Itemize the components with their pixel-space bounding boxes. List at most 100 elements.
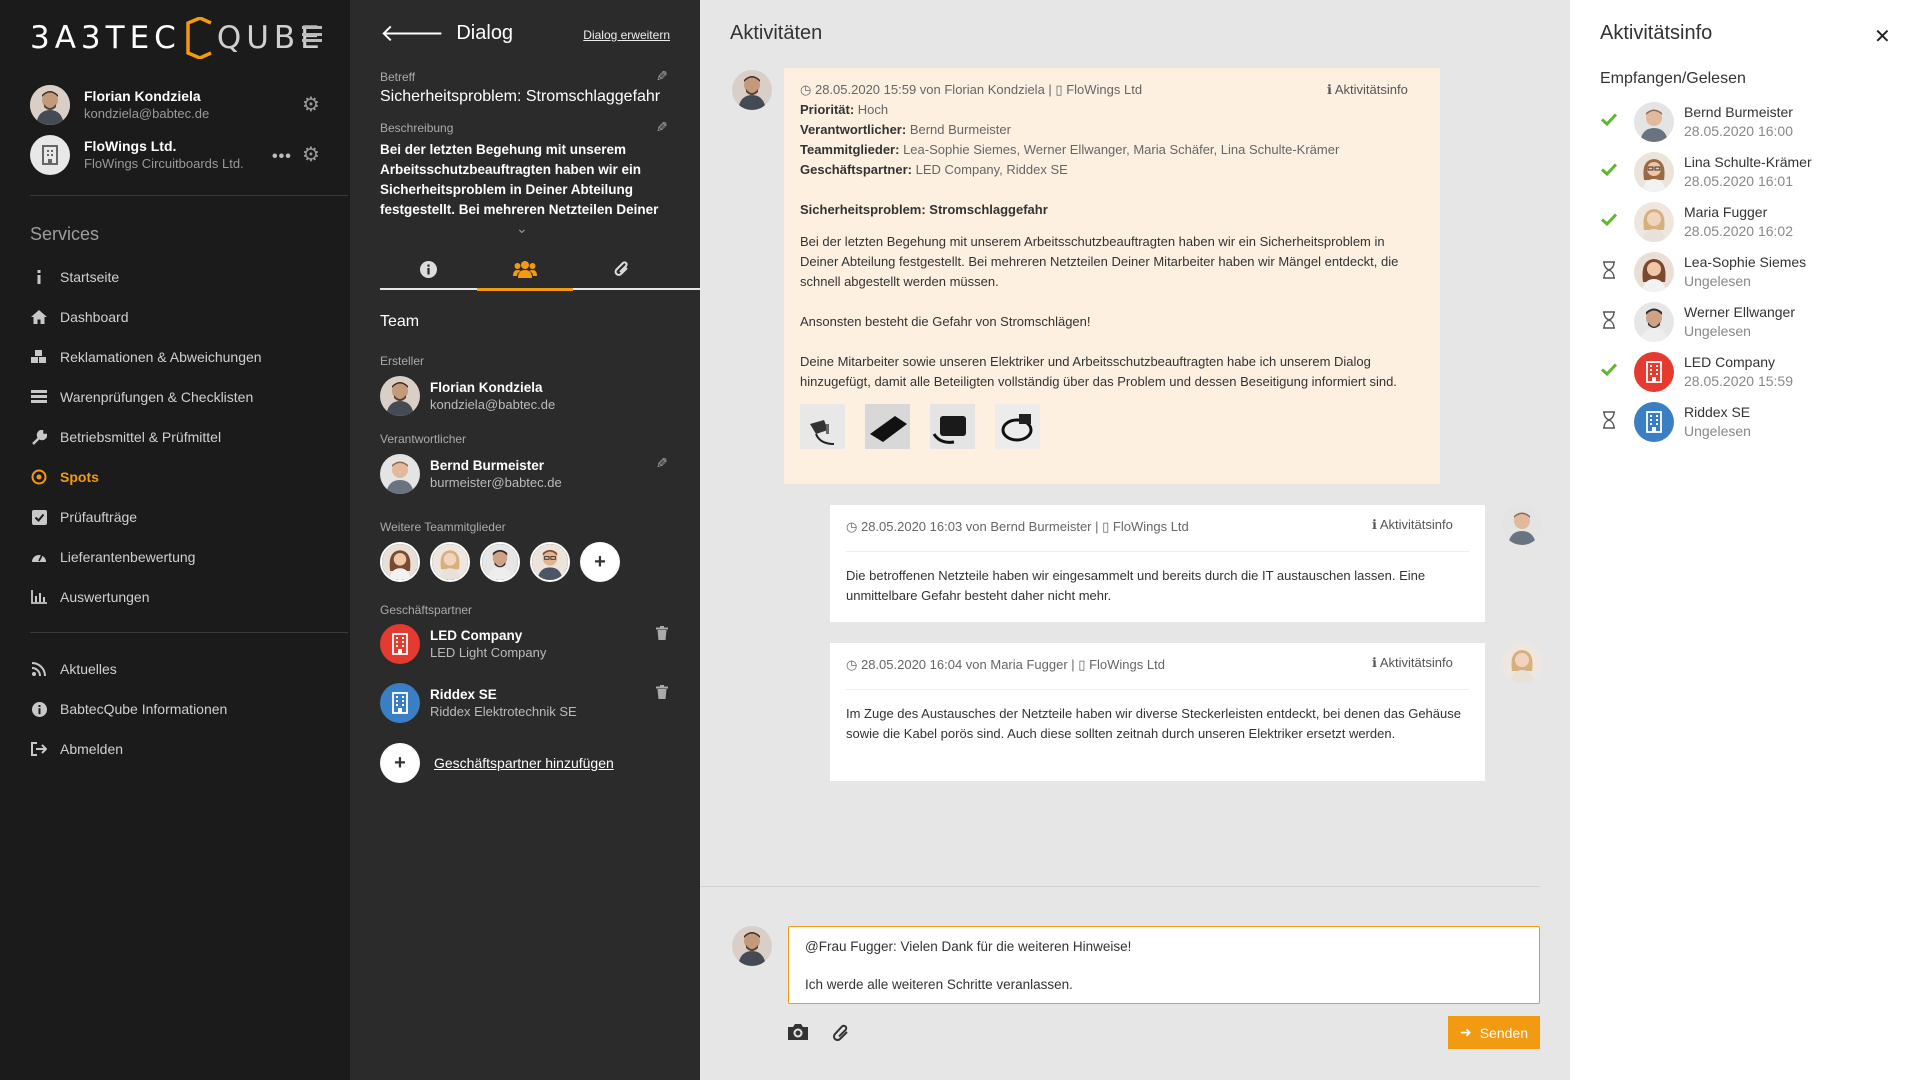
partner-name: Riddex SE — [430, 687, 497, 702]
close-icon[interactable]: ✕ — [1874, 24, 1891, 49]
babtecqube-logo[interactable]: 3A3TEC QUBE — [30, 17, 325, 59]
rss-icon — [30, 661, 48, 677]
services-heading: Services — [30, 224, 100, 244]
add-member-button[interactable]: + — [580, 542, 620, 582]
nav-lieferantenbewertung[interactable]: Lieferantenbewertung — [30, 547, 195, 567]
menu-hamburger-icon[interactable] — [302, 26, 322, 42]
attachment-thumbnail[interactable] — [995, 404, 1040, 449]
activity-info-link[interactable]: ℹ Aktivitätsinfo — [1372, 517, 1453, 533]
meta-company: FloWings Ltd — [1089, 657, 1165, 672]
recipient-row: Maria Fugger 28.05.2020 16:02 — [1600, 202, 1793, 242]
nav-betriebsmittel[interactable]: Betriebsmittel & Prüfmittel — [30, 427, 221, 447]
reply-line: @Frau Fugger: Vielen Dank für die weiter… — [805, 939, 1132, 954]
user-avatar — [30, 85, 70, 125]
activity-info-link[interactable]: ℹ Aktivitätsinfo — [1327, 82, 1408, 98]
info-panel-subtitle: Empfangen/Gelesen — [1600, 70, 1746, 87]
responsible-email: burmeister@babtec.de — [430, 475, 562, 490]
creator[interactable]: Florian Kondziela kondziela@babtec.de — [380, 376, 555, 416]
add-partner-button[interactable]: + — [380, 743, 420, 783]
send-button[interactable]: ➜ Senden — [1448, 1016, 1540, 1049]
info-icon: ℹ — [1327, 82, 1335, 97]
info-circle-icon — [30, 701, 48, 717]
info-icon — [30, 269, 48, 285]
attachment-thumbnail[interactable] — [800, 404, 845, 449]
dialog-panel: 🡐 Dialog Dialog erweitern Betreff ✎ Siche… — [350, 0, 700, 1080]
dialog-extend-link[interactable]: Dialog erweitern — [583, 28, 670, 42]
member-avatar[interactable] — [530, 542, 570, 582]
send-label: Senden — [1479, 1024, 1528, 1041]
nav-aktuelles[interactable]: Aktuelles — [30, 659, 117, 679]
tab-team[interactable] — [477, 250, 573, 291]
logo-text-babtec: 3A3TEC — [30, 20, 181, 56]
message-text: Im Zuge des Austausches der Netzteile ha… — [846, 689, 1469, 744]
nav-label: Startseite — [60, 269, 120, 285]
creator-avatar — [380, 376, 420, 416]
company-settings-gear-icon[interactable]: ⚙ — [302, 145, 320, 165]
remove-riddex-trash-icon[interactable] — [656, 685, 668, 702]
nav-warenpruefungen[interactable]: Warenprüfungen & Checklisten — [30, 387, 253, 407]
clock-icon: ◷ — [800, 82, 815, 97]
read-check-icon — [1600, 213, 1618, 231]
nav-reklamationen[interactable]: Reklamationen & Abweichungen — [30, 347, 262, 367]
subject-label: Betreff — [380, 70, 416, 84]
nav-dashboard[interactable]: Dashboard — [30, 307, 129, 327]
nav-label: Aktuelles — [60, 661, 117, 677]
info-link-text: Aktivitätsinfo — [1379, 655, 1453, 670]
prio-value: Hoch — [857, 102, 889, 117]
hourglass-icon — [1600, 410, 1618, 434]
recipient-name: Maria Fugger — [1684, 204, 1768, 220]
building-icon: ▯ — [1078, 657, 1086, 672]
info-icon: ℹ — [1372, 655, 1380, 670]
nav-pruefauftraege[interactable]: Prüfaufträge — [30, 507, 137, 527]
divider — [30, 195, 348, 196]
add-partner-row[interactable]: + Geschäftspartner hinzufügen — [380, 743, 614, 783]
nav-spots[interactable]: Spots — [30, 467, 99, 487]
tab-attachments[interactable] — [574, 250, 670, 288]
paperclip-icon[interactable] — [832, 1023, 850, 1048]
nav-abmelden[interactable]: Abmelden — [30, 739, 123, 759]
nav-auswertungen[interactable]: Auswertungen — [30, 587, 150, 607]
responsible[interactable]: Bernd Burmeister burmeister@babtec.de — [380, 454, 562, 494]
edit-responsible-pencil-icon[interactable]: ✎ — [656, 455, 668, 472]
description-label: Beschreibung — [380, 121, 454, 135]
message-heading: Sicherheitsproblem: Stromschlaggefahr — [800, 202, 1048, 217]
tab-info[interactable] — [380, 250, 476, 288]
nav-label: Warenprüfungen & Checklisten — [60, 389, 254, 405]
user-account[interactable]: Florian Kondziela kondziela@babtec.de — [30, 85, 209, 125]
camera-icon[interactable] — [786, 1022, 810, 1047]
nav-babtecqube-info[interactable]: BabtecQube Informationen — [30, 699, 227, 719]
nav-label: BabtecQube Informationen — [60, 701, 228, 717]
member-avatar[interactable] — [380, 542, 420, 582]
recipient-row: Lea-Sophie Siemes Ungelesen — [1600, 252, 1806, 292]
remove-led-company-trash-icon[interactable] — [656, 626, 668, 643]
add-partner-link[interactable]: Geschäftspartner hinzufügen — [434, 755, 614, 771]
riddex-avatar — [380, 683, 420, 723]
message-paragraph: Deine Mitarbeiter sowie unseren Elektrik… — [800, 354, 1397, 389]
edit-description-pencil-icon[interactable]: ✎ — [656, 119, 668, 136]
nav-startseite[interactable]: Startseite — [30, 267, 119, 287]
recipient-name: Riddex SE — [1684, 404, 1751, 420]
nav-label: Betriebsmittel & Prüfmittel — [60, 429, 222, 445]
creator-email: kondziela@babtec.de — [430, 397, 556, 412]
partner-led-company[interactable]: LED Company LED Light Company — [380, 624, 546, 664]
edit-subject-pencil-icon[interactable]: ✎ — [656, 68, 668, 85]
clock-icon: ◷ — [846, 657, 861, 672]
member-avatar[interactable] — [430, 542, 470, 582]
attachment-thumbnail[interactable] — [930, 404, 975, 449]
recipient-row: Riddex SE Ungelesen — [1600, 402, 1751, 442]
user-settings-gear-icon[interactable]: ⚙ — [302, 95, 320, 115]
activity-info-link[interactable]: ℹ Aktivitätsinfo — [1372, 655, 1453, 671]
attachment-thumbnail[interactable] — [865, 404, 910, 449]
bar-chart-icon — [30, 589, 48, 605]
partner-riddex-se[interactable]: Riddex SE Riddex Elektrotechnik SE — [380, 683, 577, 723]
company-more-icon[interactable]: ••• — [272, 148, 292, 166]
member-avatar[interactable] — [480, 542, 520, 582]
expand-description-chevron-down-icon[interactable]: ⌄ — [516, 220, 528, 237]
nav-label: Auswertungen — [60, 589, 150, 605]
nav-label: Abmelden — [60, 741, 124, 757]
recipient-name: LED Company — [1684, 354, 1776, 370]
dialog-back-button[interactable]: 🡐 Dialog — [380, 21, 513, 45]
led-company-avatar — [380, 624, 420, 664]
reply-input[interactable]: @Frau Fugger: Vielen Dank für die weiter… — [788, 926, 1540, 1004]
company-account[interactable]: FloWings Ltd. FloWings Circuitboards Ltd… — [30, 135, 244, 175]
